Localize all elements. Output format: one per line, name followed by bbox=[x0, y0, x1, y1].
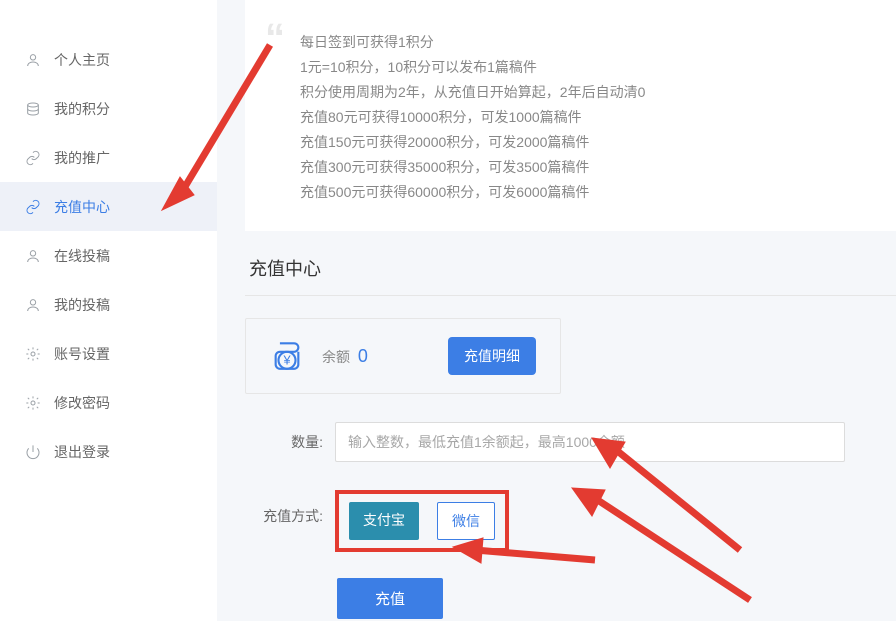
quantity-row: 数量: bbox=[245, 422, 896, 462]
info-line: 积分使用周期为2年，从充值日开始算起，2年后自动清0 bbox=[300, 80, 856, 105]
user-icon bbox=[24, 247, 42, 265]
sidebar-item-label: 账号设置 bbox=[54, 344, 110, 364]
sidebar-item-home[interactable]: 个人主页 bbox=[0, 35, 217, 84]
alipay-option[interactable]: 支付宝 bbox=[349, 502, 419, 540]
sidebar-item-label: 充值中心 bbox=[54, 197, 110, 217]
info-panel: “ 每日签到可获得1积分 1元=10积分，10积分可以发布1篇稿件 积分使用周期… bbox=[245, 0, 896, 231]
sidebar-item-settings[interactable]: 账号设置 bbox=[0, 329, 217, 378]
sidebar-item-label: 退出登录 bbox=[54, 442, 110, 462]
gear-icon bbox=[24, 394, 42, 412]
main-content: “ 每日签到可获得1积分 1元=10积分，10积分可以发布1篇稿件 积分使用周期… bbox=[217, 0, 896, 621]
quantity-label: 数量: bbox=[245, 432, 335, 452]
wallet-icon: ¥ bbox=[270, 339, 304, 373]
sidebar-item-recharge[interactable]: 充值中心 bbox=[0, 182, 217, 231]
info-line: 充值150元可获得20000积分，可发2000篇稿件 bbox=[300, 130, 856, 155]
sidebar-item-points[interactable]: 我的积分 bbox=[0, 84, 217, 133]
info-line: 充值300元可获得35000积分，可发3500篇稿件 bbox=[300, 155, 856, 180]
payment-method-label: 充值方式: bbox=[245, 490, 335, 526]
sidebar-item-promo[interactable]: 我的推广 bbox=[0, 133, 217, 182]
sidebar-item-label: 我的积分 bbox=[54, 99, 110, 119]
quantity-input[interactable] bbox=[335, 422, 845, 462]
balance-card: ¥ 余额 0 充值明细 bbox=[245, 318, 561, 394]
divider bbox=[245, 295, 896, 296]
svg-text:¥: ¥ bbox=[282, 353, 291, 368]
info-line: 充值80元可获得10000积分，可发1000篇稿件 bbox=[300, 105, 856, 130]
payment-method-row: 充值方式: 支付宝 微信 bbox=[245, 490, 896, 552]
wechat-option[interactable]: 微信 bbox=[437, 502, 495, 540]
user-icon bbox=[24, 296, 42, 314]
sidebar-item-label: 我的推广 bbox=[54, 148, 110, 168]
balance-label: 余额 bbox=[322, 349, 350, 365]
info-line: 充值500元可获得60000积分，可发6000篇稿件 bbox=[300, 180, 856, 205]
payment-options: 支付宝 微信 bbox=[335, 490, 509, 552]
recharge-detail-button[interactable]: 充值明细 bbox=[448, 337, 536, 375]
power-icon bbox=[24, 443, 42, 461]
user-icon bbox=[24, 51, 42, 69]
stack-icon bbox=[24, 100, 42, 118]
info-line: 每日签到可获得1积分 bbox=[300, 30, 856, 55]
sidebar-item-logout[interactable]: 退出登录 bbox=[0, 427, 217, 476]
balance-value: 0 bbox=[358, 346, 368, 366]
sidebar: 个人主页 我的积分 我的推广 充值中心 在线投稿 我的投稿 账号设置 修改密码 bbox=[0, 0, 217, 621]
sidebar-item-submit[interactable]: 在线投稿 bbox=[0, 231, 217, 280]
gear-icon bbox=[24, 345, 42, 363]
link-icon bbox=[24, 198, 42, 216]
sidebar-item-my-submit[interactable]: 我的投稿 bbox=[0, 280, 217, 329]
quote-icon: “ bbox=[265, 26, 285, 50]
sidebar-item-label: 修改密码 bbox=[54, 393, 110, 413]
recharge-submit-button[interactable]: 充值 bbox=[337, 578, 443, 619]
link-icon bbox=[24, 149, 42, 167]
sidebar-item-label: 个人主页 bbox=[54, 50, 110, 70]
sidebar-item-label: 在线投稿 bbox=[54, 246, 110, 266]
section-title: 充值中心 bbox=[249, 255, 896, 281]
info-line: 1元=10积分，10积分可以发布1篇稿件 bbox=[300, 55, 856, 80]
sidebar-item-password[interactable]: 修改密码 bbox=[0, 378, 217, 427]
sidebar-item-label: 我的投稿 bbox=[54, 295, 110, 315]
